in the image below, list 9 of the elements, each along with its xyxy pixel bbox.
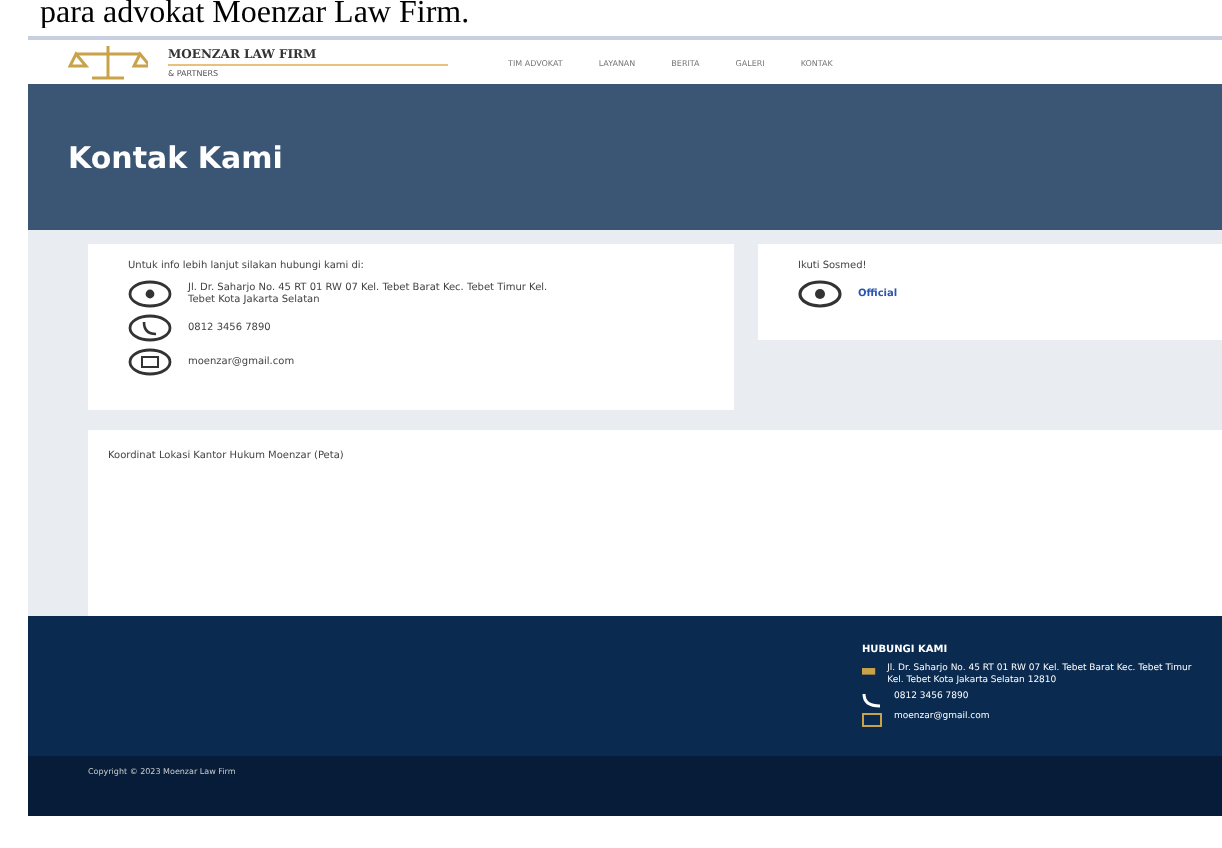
mail-icon xyxy=(862,712,882,728)
location-icon xyxy=(862,664,876,680)
phone-icon xyxy=(128,314,172,342)
phone-icon xyxy=(862,692,882,708)
page-title: Kontak Kami xyxy=(68,139,283,175)
mail-icon xyxy=(128,348,172,376)
scales-logo-icon xyxy=(68,42,148,82)
social-icon xyxy=(798,280,842,308)
location-icon xyxy=(128,280,172,308)
